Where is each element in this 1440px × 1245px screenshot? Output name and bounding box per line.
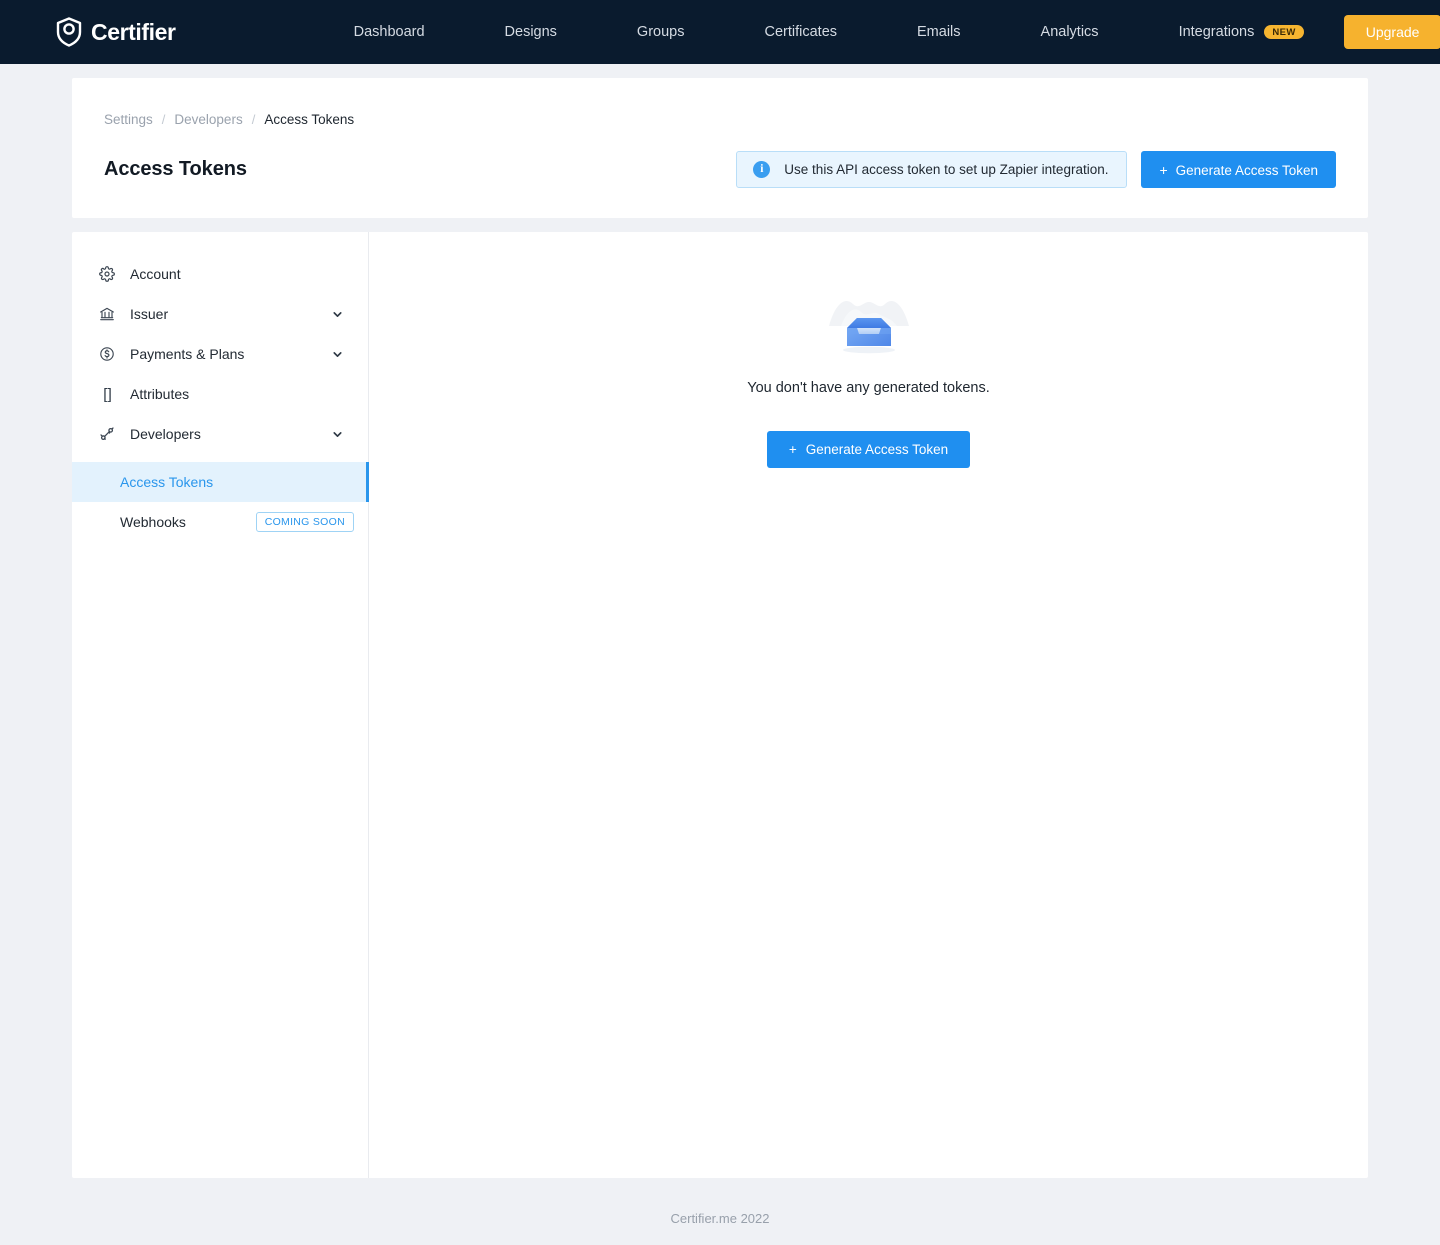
breadcrumb-item-developers[interactable]: Developers	[174, 112, 242, 127]
empty-state-message: You don't have any generated tokens.	[747, 380, 990, 396]
nav-item-label: Dashboard	[353, 24, 425, 40]
main-nav-links: Dashboard Designs Groups Certificates Em…	[314, 24, 1344, 40]
nav-item-groups[interactable]: Groups	[597, 24, 725, 40]
generate-access-token-button-header[interactable]: + Generate Access Token	[1141, 151, 1336, 188]
nav-right-actions: Upgrade	[1343, 15, 1440, 49]
nav-item-integrations[interactable]: Integrations NEW	[1139, 24, 1344, 40]
sidebar-item-payments-and-plans[interactable]: Payments & Plans	[72, 334, 368, 374]
header-actions: i Use this API access token to set up Za…	[736, 151, 1336, 188]
chevron-down-icon[interactable]	[331, 348, 344, 361]
page-header-card: Settings / Developers / Access Tokens Ac…	[72, 78, 1368, 218]
sidebar-item-label: Attributes	[130, 386, 190, 402]
nav-item-analytics[interactable]: Analytics	[1001, 24, 1139, 40]
breadcrumb-separator: /	[161, 112, 166, 127]
page-title: Access Tokens	[104, 158, 247, 180]
sidebar-item-label: Developers	[130, 426, 201, 442]
sidebar-item-access-tokens[interactable]: Access Tokens	[72, 462, 369, 502]
sidebar-item-label: Payments & Plans	[130, 346, 245, 362]
generate-access-token-label: Generate Access Token	[805, 442, 949, 457]
nav-item-label: Groups	[636, 24, 685, 40]
certifier-shield-logo-icon	[56, 17, 82, 47]
dollar-circle-icon	[98, 346, 115, 362]
brand-name: Certifier	[91, 18, 176, 45]
nav-item-label: Integrations	[1178, 24, 1255, 40]
generate-access-token-button-empty[interactable]: + Generate Access Token	[766, 431, 971, 468]
settings-body-card: Account Issuer Payments & Plans [] Attr…	[72, 232, 1368, 1178]
plus-icon: +	[1159, 161, 1168, 178]
nav-item-label: Certificates	[764, 24, 838, 40]
nav-item-certificates[interactable]: Certificates	[724, 24, 877, 40]
nav-item-label: Analytics	[1040, 24, 1099, 40]
nav-item-label: Designs	[504, 24, 557, 40]
sidebar-subitem-label: Access Tokens	[120, 474, 214, 490]
sidebar-item-label: Issuer	[130, 306, 169, 322]
nav-item-label: Emails	[917, 24, 961, 40]
sidebar-item-attributes[interactable]: [ ] Attributes	[72, 374, 368, 414]
bank-icon	[98, 306, 115, 322]
page-header-row: Access Tokens i Use this API access toke…	[104, 151, 1336, 188]
page-root: Certifier Dashboard Designs Groups Certi…	[0, 0, 1440, 1245]
info-circle-icon: i	[753, 161, 771, 178]
plus-icon: +	[788, 442, 797, 457]
breadcrumb-separator: /	[251, 112, 256, 127]
settings-sidebar: Account Issuer Payments & Plans [] Attr…	[72, 232, 369, 1178]
sidebar-item-webhooks[interactable]: Webhooks COMING SOON	[72, 502, 368, 542]
page-footer: Certifier.me 2022	[0, 1192, 1440, 1245]
upgrade-button[interactable]: Upgrade	[1343, 15, 1440, 49]
nav-item-designs[interactable]: Designs	[465, 24, 597, 40]
breadcrumb-item-settings[interactable]: Settings	[104, 112, 153, 127]
breadcrumb-item-access-tokens: Access Tokens	[264, 112, 355, 127]
code-branch-icon	[98, 426, 115, 442]
brackets-icon: [ ]	[103, 385, 112, 403]
footer-text: Certifier.me 2022	[670, 1211, 770, 1226]
info-banner-text: Use this API access token to set up Zapi…	[784, 162, 1109, 177]
zapier-info-banner: i Use this API access token to set up Za…	[736, 151, 1128, 188]
nav-item-emails[interactable]: Emails	[877, 24, 1001, 40]
sidebar-subitem-label: Webhooks	[120, 514, 186, 530]
chevron-down-icon[interactable]	[331, 308, 344, 321]
sidebar-item-account[interactable]: Account	[72, 254, 368, 294]
chevron-down-icon[interactable]	[331, 428, 344, 441]
top-navigation-bar: Certifier Dashboard Designs Groups Certi…	[0, 0, 1440, 64]
sidebar-item-developers[interactable]: Developers	[72, 414, 368, 454]
generate-access-token-label: Generate Access Token	[1175, 162, 1318, 178]
brand-logo[interactable]: Certifier	[56, 17, 176, 47]
sidebar-item-label: Account	[130, 266, 181, 282]
empty-inbox-illustration	[828, 300, 909, 354]
breadcrumb: Settings / Developers / Access Tokens	[104, 112, 1336, 127]
empty-state: You don't have any generated tokens. + Ge…	[659, 280, 1079, 1178]
gear-icon	[98, 266, 115, 282]
nav-item-dashboard[interactable]: Dashboard	[314, 24, 465, 40]
main-content-area: You don't have any generated tokens. + Ge…	[369, 232, 1368, 1178]
new-badge: NEW	[1264, 24, 1304, 40]
coming-soon-badge: COMING SOON	[255, 512, 354, 532]
sidebar-item-issuer[interactable]: Issuer	[72, 294, 368, 334]
